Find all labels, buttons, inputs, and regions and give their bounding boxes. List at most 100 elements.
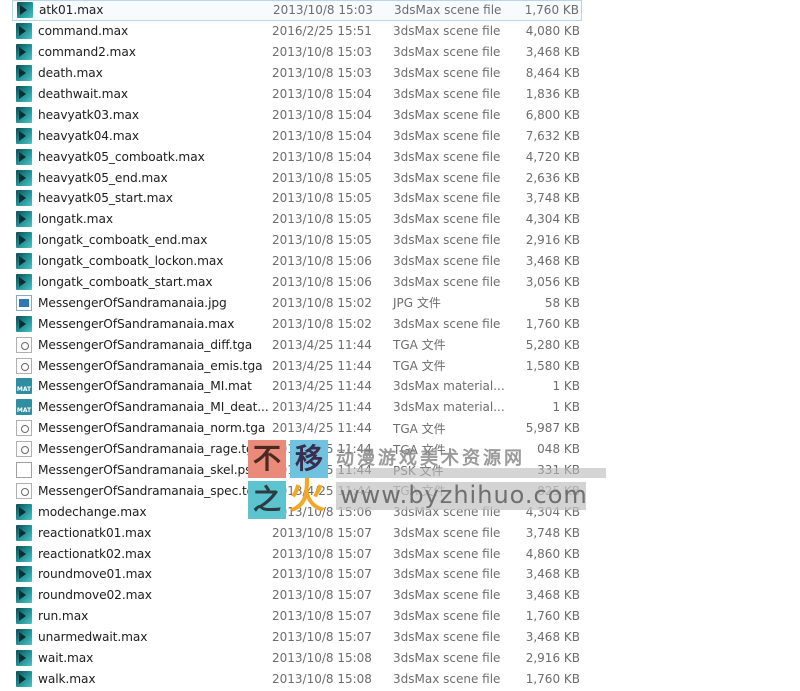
file-date-modified: 2013/10/8 15:07 (272, 609, 372, 624)
file-type: 3dsMax scene file (393, 45, 501, 60)
file-size: 3,468 KB (525, 630, 580, 645)
file-name: reactionatk02.max (38, 546, 152, 561)
file-date-modified: 2013/10/8 15:04 (272, 87, 372, 101)
file-row[interactable]: MessengerOfSandramanaia_diff.tga 2013/4/2… (12, 334, 582, 355)
max-icon (16, 566, 32, 583)
file-row[interactable]: heavyatk03.max 2013/10/8 15:04 3dsMax scen… (12, 104, 582, 125)
file-row[interactable]: longatk_comboatk_lockon.max 2013/10/8 15:… (12, 251, 582, 272)
file-row[interactable]: death.max 2013/10/8 15:03 3dsMax scene fil… (12, 63, 582, 84)
file-row[interactable]: command.max 2016/2/25 15:51 3dsMax scene f… (12, 21, 582, 42)
mat-icon (16, 399, 32, 416)
file-name: MessengerOfSandramanaia_skel.psk (38, 463, 259, 478)
max-icon (16, 169, 32, 186)
file-row[interactable]: MessengerOfSandramanaia_MI.mat 2013/4/25 … (12, 376, 582, 397)
file-name: longatk.max (38, 212, 113, 227)
file-name: walk.max (38, 671, 96, 686)
max-icon (16, 274, 32, 291)
file-date-modified: 2013/10/8 15:07 (272, 630, 372, 645)
file-name: unarmedwait.max (38, 630, 148, 645)
file-type: 3dsMax scene file (393, 275, 501, 290)
file-size: 1,580 KB (525, 358, 580, 373)
file-row[interactable]: walk.max 2013/10/8 15:08 3dsMax scene file… (12, 669, 582, 690)
file-name: longatk_comboatk_start.max (38, 275, 213, 290)
file-size: 5,280 KB (525, 337, 580, 352)
file-type: 3dsMax scene file (393, 87, 501, 101)
file-row[interactable]: MessengerOfSandramanaia_spec.tga 2013/4/2… (12, 480, 582, 501)
max-icon (16, 127, 32, 144)
file-size: 3,468 KB (525, 588, 580, 603)
file-date-modified: 2013/10/8 15:04 (272, 149, 372, 164)
file-name: longatk_comboatk_lockon.max (38, 254, 224, 269)
file-date-modified: 2013/10/8 15:02 (272, 295, 372, 310)
file-row[interactable]: MessengerOfSandramanaia_rage.tga 2013/4/2… (12, 439, 582, 460)
file-row[interactable]: MessengerOfSandramanaia.jpg 2013/10/8 15:… (12, 292, 582, 313)
file-size: 2,916 KB (525, 651, 580, 666)
file-type: 3dsMax scene file (393, 107, 501, 122)
max-icon (16, 524, 32, 541)
file-date-modified: 2013/10/8 15:02 (272, 316, 372, 331)
file-type: 3dsMax scene file (393, 24, 501, 39)
file-row[interactable]: longatk.max 2013/10/8 15:05 3dsMax scene f… (12, 209, 582, 230)
file-row[interactable]: longatk_comboatk_start.max 2013/10/8 15:0… (12, 272, 582, 293)
file-type: 3dsMax material... (393, 400, 505, 415)
file-row[interactable]: unarmedwait.max 2013/10/8 15:07 3dsMax sce… (12, 627, 582, 648)
file-row[interactable]: atk01.max 2013/10/8 15:03 3dsMax scene fil… (12, 0, 582, 21)
file-size: 8,464 KB (525, 66, 580, 81)
file-row[interactable]: MessengerOfSandramanaia_emis.tga 2013/4/2… (12, 355, 582, 376)
file-row[interactable]: command2.max 2013/10/8 15:03 3dsMax scene … (12, 42, 582, 63)
mat-icon (16, 378, 32, 395)
file-row[interactable]: MessengerOfSandramanaia_skel.psk 2013/4/2… (12, 460, 582, 481)
max-icon (16, 86, 32, 102)
file-name: command.max (38, 24, 129, 39)
file-type: 3dsMax scene file (393, 567, 501, 582)
file-size: 7,632 KB (525, 128, 580, 143)
file-type: 3dsMax scene file (393, 546, 501, 561)
max-icon (17, 2, 33, 19)
file-row[interactable]: heavyatk05_comboatk.max 2013/10/8 15:04 3d… (12, 146, 582, 167)
file-row[interactable]: MessengerOfSandramanaia_MI_deat...2013/4… (12, 397, 582, 418)
file-row[interactable]: deathwait.max 2013/10/8 15:04 3dsMax scene… (12, 84, 582, 105)
file-size: 1,760 KB (525, 316, 580, 331)
file-date-modified: 2013/4/25 11:44 (272, 400, 372, 415)
file-row[interactable]: longatk_comboatk_end.max 2013/10/8 15:05 3… (12, 230, 582, 251)
max-icon (16, 106, 32, 123)
file-type: 3dsMax scene file (393, 671, 501, 686)
file-type: 3dsMax scene file (393, 254, 501, 269)
file-row[interactable]: reactionatk02.max 2013/10/8 15:07 3dsMax s… (12, 543, 582, 564)
file-type: TGA 文件 (393, 421, 446, 436)
file-date-modified: 2013/4/25 11:44 (272, 421, 372, 436)
file-date-modified: 2013/10/8 15:06 (272, 504, 372, 519)
file-row[interactable]: heavyatk05_start.max 2013/10/8 15:05 3dsMa… (12, 188, 582, 209)
file-row[interactable]: heavyatk05_end.max 2013/10/8 15:05 3dsMax … (12, 167, 582, 188)
file-name: death.max (38, 66, 103, 81)
file-date-modified: 2013/10/8 15:03 (273, 3, 373, 18)
file-size: 1,836 KB (525, 87, 580, 101)
file-row[interactable]: heavyatk04.max 2013/10/8 15:04 3dsMax scen… (12, 125, 582, 146)
file-row[interactable]: reactionatk01.max 2013/10/8 15:07 3dsMax s… (12, 522, 582, 543)
file-date-modified: 2013/4/25 11:44 (272, 337, 372, 352)
max-icon (16, 211, 32, 228)
file-size: 3,468 KB (525, 567, 580, 582)
file-row[interactable]: modechange.max 2013/10/8 15:06 3dsMax scen… (12, 501, 582, 522)
file-name: MessengerOfSandramanaia_diff.tga (38, 337, 253, 352)
file-row[interactable]: MessengerOfSandramanaia.max 2013/10/8 15:… (12, 313, 582, 334)
file-row[interactable]: wait.max 2013/10/8 15:08 3dsMax scene file… (12, 648, 582, 669)
file-size: 5,987 KB (525, 421, 580, 436)
file-row[interactable]: roundmove01.max 2013/10/8 15:07 3dsMax sce… (12, 564, 582, 585)
file-type: 3dsMax scene file (393, 651, 501, 666)
file-size: 3,056 KB (525, 275, 580, 290)
file-row[interactable]: roundmove02.max 2013/10/8 15:07 3dsMax sce… (12, 585, 582, 606)
file-type: 3dsMax scene file (393, 128, 501, 143)
file-row[interactable]: run.max 2013/10/8 15:07 3dsMax scene file 1… (12, 606, 582, 627)
file-size: 58 KB (544, 295, 580, 310)
file-date-modified: 2013/10/8 15:03 (272, 66, 372, 81)
file-size: 2,916 KB (525, 233, 580, 248)
max-icon (16, 65, 32, 82)
tga-icon (16, 357, 32, 374)
file-type: 3dsMax scene file (393, 525, 501, 540)
max-icon (16, 650, 32, 667)
file-row[interactable]: MessengerOfSandramanaia_norm.tga 2013/4/2… (12, 418, 582, 439)
file-size: 3,468 KB (525, 45, 580, 60)
max-icon (16, 608, 32, 625)
file-size: 6,800 KB (525, 107, 580, 122)
